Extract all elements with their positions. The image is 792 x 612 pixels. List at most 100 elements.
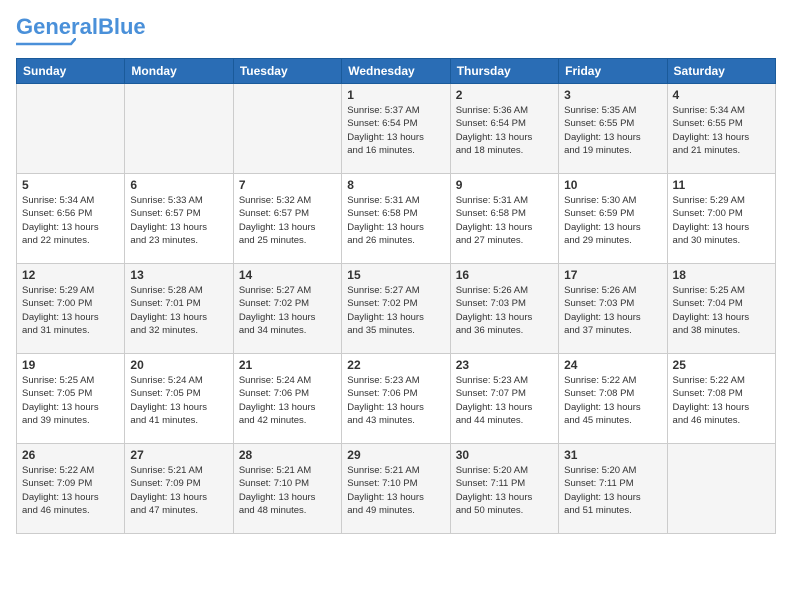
calendar-cell: 4 Sunrise: 5:34 AMSunset: 6:55 PMDaylight… xyxy=(667,84,775,174)
calendar-cell: 7 Sunrise: 5:32 AMSunset: 6:57 PMDaylight… xyxy=(233,174,341,264)
calendar-table: SundayMondayTuesdayWednesdayThursdayFrid… xyxy=(16,58,776,534)
day-info: Sunrise: 5:25 AMSunset: 7:05 PMDaylight:… xyxy=(22,374,119,427)
day-info: Sunrise: 5:31 AMSunset: 6:58 PMDaylight:… xyxy=(347,194,444,247)
calendar-cell: 2 Sunrise: 5:36 AMSunset: 6:54 PMDaylight… xyxy=(450,84,558,174)
day-info: Sunrise: 5:35 AMSunset: 6:55 PMDaylight:… xyxy=(564,104,661,157)
calendar-cell: 5Sunrise: 5:34 AMSunset: 6:56 PMDaylight… xyxy=(17,174,125,264)
day-info: Sunrise: 5:37 AMSunset: 6:54 PMDaylight:… xyxy=(347,104,444,157)
day-number: 4 xyxy=(673,88,770,102)
day-number: 23 xyxy=(456,358,553,372)
day-info: Sunrise: 5:27 AMSunset: 7:02 PMDaylight:… xyxy=(347,284,444,337)
day-number: 30 xyxy=(456,448,553,462)
day-info: Sunrise: 5:22 AMSunset: 7:08 PMDaylight:… xyxy=(564,374,661,427)
day-info: Sunrise: 5:34 AMSunset: 6:56 PMDaylight:… xyxy=(22,194,119,247)
calendar-cell: 15 Sunrise: 5:27 AMSunset: 7:02 PMDayligh… xyxy=(342,264,450,354)
day-info: Sunrise: 5:29 AMSunset: 7:00 PMDaylight:… xyxy=(22,284,119,337)
calendar-cell xyxy=(233,84,341,174)
col-header-tuesday: Tuesday xyxy=(233,59,341,84)
day-number: 1 xyxy=(347,88,444,102)
logo: GeneralBlue xyxy=(16,16,146,46)
header-row: SundayMondayTuesdayWednesdayThursdayFrid… xyxy=(17,59,776,84)
day-info: Sunrise: 5:26 AMSunset: 7:03 PMDaylight:… xyxy=(564,284,661,337)
col-header-sunday: Sunday xyxy=(17,59,125,84)
day-info: Sunrise: 5:26 AMSunset: 7:03 PMDaylight:… xyxy=(456,284,553,337)
calendar-cell xyxy=(667,444,775,534)
calendar-cell: 17 Sunrise: 5:26 AMSunset: 7:03 PMDayligh… xyxy=(559,264,667,354)
day-number: 10 xyxy=(564,178,661,192)
calendar-cell: 9 Sunrise: 5:31 AMSunset: 6:58 PMDaylight… xyxy=(450,174,558,264)
calendar-cell: 3 Sunrise: 5:35 AMSunset: 6:55 PMDaylight… xyxy=(559,84,667,174)
day-number: 12 xyxy=(22,268,119,282)
day-number: 11 xyxy=(673,178,770,192)
calendar-cell: 27 Sunrise: 5:21 AMSunset: 7:09 PMDayligh… xyxy=(125,444,233,534)
calendar-row: 26Sunrise: 5:22 AMSunset: 7:09 PMDayligh… xyxy=(17,444,776,534)
day-number: 27 xyxy=(130,448,227,462)
day-info: Sunrise: 5:21 AMSunset: 7:10 PMDaylight:… xyxy=(347,464,444,517)
col-header-friday: Friday xyxy=(559,59,667,84)
calendar-cell: 25 Sunrise: 5:22 AMSunset: 7:08 PMDayligh… xyxy=(667,354,775,444)
day-info: Sunrise: 5:23 AMSunset: 7:07 PMDaylight:… xyxy=(456,374,553,427)
day-info: Sunrise: 5:34 AMSunset: 6:55 PMDaylight:… xyxy=(673,104,770,157)
col-header-saturday: Saturday xyxy=(667,59,775,84)
logo-blue: Blue xyxy=(98,14,146,39)
calendar-cell: 24 Sunrise: 5:22 AMSunset: 7:08 PMDayligh… xyxy=(559,354,667,444)
day-number: 19 xyxy=(22,358,119,372)
day-number: 18 xyxy=(673,268,770,282)
day-number: 2 xyxy=(456,88,553,102)
day-number: 6 xyxy=(130,178,227,192)
calendar-cell xyxy=(125,84,233,174)
day-number: 31 xyxy=(564,448,661,462)
calendar-cell: 11Sunrise: 5:29 AMSunset: 7:00 PMDayligh… xyxy=(667,174,775,264)
logo-general: General xyxy=(16,14,98,39)
logo-text: GeneralBlue xyxy=(16,16,146,38)
day-number: 25 xyxy=(673,358,770,372)
calendar-row: 19 Sunrise: 5:25 AMSunset: 7:05 PMDayligh… xyxy=(17,354,776,444)
day-number: 28 xyxy=(239,448,336,462)
day-info: Sunrise: 5:30 AMSunset: 6:59 PMDaylight:… xyxy=(564,194,661,247)
calendar-row: 5Sunrise: 5:34 AMSunset: 6:56 PMDaylight… xyxy=(17,174,776,264)
day-number: 21 xyxy=(239,358,336,372)
day-number: 8 xyxy=(347,178,444,192)
calendar-cell: 10 Sunrise: 5:30 AMSunset: 6:59 PMDayligh… xyxy=(559,174,667,264)
day-info: Sunrise: 5:20 AMSunset: 7:11 PMDaylight:… xyxy=(564,464,661,517)
calendar-cell: 12 Sunrise: 5:29 AMSunset: 7:00 PMDayligh… xyxy=(17,264,125,354)
day-info: Sunrise: 5:21 AMSunset: 7:10 PMDaylight:… xyxy=(239,464,336,517)
day-number: 15 xyxy=(347,268,444,282)
day-number: 9 xyxy=(456,178,553,192)
day-number: 7 xyxy=(239,178,336,192)
calendar-row: 12 Sunrise: 5:29 AMSunset: 7:00 PMDayligh… xyxy=(17,264,776,354)
day-info: Sunrise: 5:33 AMSunset: 6:57 PMDaylight:… xyxy=(130,194,227,247)
calendar-cell: 13Sunrise: 5:28 AMSunset: 7:01 PMDayligh… xyxy=(125,264,233,354)
day-number: 20 xyxy=(130,358,227,372)
calendar-cell: 18 Sunrise: 5:25 AMSunset: 7:04 PMDayligh… xyxy=(667,264,775,354)
day-info: Sunrise: 5:31 AMSunset: 6:58 PMDaylight:… xyxy=(456,194,553,247)
day-info: Sunrise: 5:21 AMSunset: 7:09 PMDaylight:… xyxy=(130,464,227,517)
page-header: GeneralBlue xyxy=(16,16,776,46)
calendar-cell: 26Sunrise: 5:22 AMSunset: 7:09 PMDayligh… xyxy=(17,444,125,534)
calendar-cell: 23 Sunrise: 5:23 AMSunset: 7:07 PMDayligh… xyxy=(450,354,558,444)
day-info: Sunrise: 5:23 AMSunset: 7:06 PMDaylight:… xyxy=(347,374,444,427)
day-info: Sunrise: 5:24 AMSunset: 7:05 PMDaylight:… xyxy=(130,374,227,427)
calendar-cell: 20 Sunrise: 5:24 AMSunset: 7:05 PMDayligh… xyxy=(125,354,233,444)
col-header-monday: Monday xyxy=(125,59,233,84)
day-info: Sunrise: 5:22 AMSunset: 7:08 PMDaylight:… xyxy=(673,374,770,427)
day-info: Sunrise: 5:24 AMSunset: 7:06 PMDaylight:… xyxy=(239,374,336,427)
calendar-cell: 16Sunrise: 5:26 AMSunset: 7:03 PMDayligh… xyxy=(450,264,558,354)
day-number: 24 xyxy=(564,358,661,372)
day-info: Sunrise: 5:20 AMSunset: 7:11 PMDaylight:… xyxy=(456,464,553,517)
day-info: Sunrise: 5:25 AMSunset: 7:04 PMDaylight:… xyxy=(673,284,770,337)
calendar-cell: 21 Sunrise: 5:24 AMSunset: 7:06 PMDayligh… xyxy=(233,354,341,444)
calendar-cell: 8 Sunrise: 5:31 AMSunset: 6:58 PMDaylight… xyxy=(342,174,450,264)
calendar-cell: 29Sunrise: 5:21 AMSunset: 7:10 PMDayligh… xyxy=(342,444,450,534)
day-info: Sunrise: 5:28 AMSunset: 7:01 PMDaylight:… xyxy=(130,284,227,337)
day-number: 3 xyxy=(564,88,661,102)
calendar-cell: 31 Sunrise: 5:20 AMSunset: 7:11 PMDayligh… xyxy=(559,444,667,534)
day-info: Sunrise: 5:32 AMSunset: 6:57 PMDaylight:… xyxy=(239,194,336,247)
calendar-row: 1 Sunrise: 5:37 AMSunset: 6:54 PMDaylight… xyxy=(17,84,776,174)
day-info: Sunrise: 5:36 AMSunset: 6:54 PMDaylight:… xyxy=(456,104,553,157)
day-number: 22 xyxy=(347,358,444,372)
day-number: 17 xyxy=(564,268,661,282)
calendar-cell: 1 Sunrise: 5:37 AMSunset: 6:54 PMDaylight… xyxy=(342,84,450,174)
day-info: Sunrise: 5:27 AMSunset: 7:02 PMDaylight:… xyxy=(239,284,336,337)
day-info: Sunrise: 5:22 AMSunset: 7:09 PMDaylight:… xyxy=(22,464,119,517)
